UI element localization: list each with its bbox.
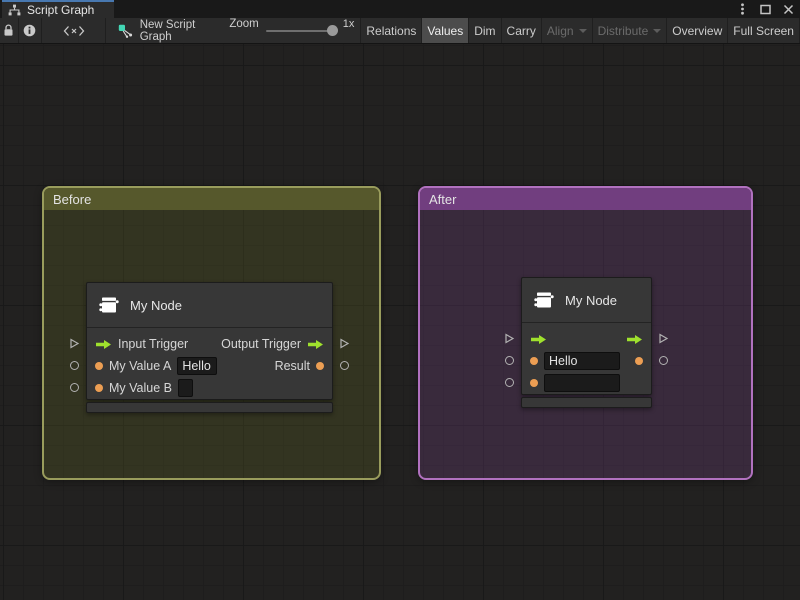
outer-value-input-port[interactable] bbox=[69, 382, 80, 393]
zoom-value: 1x bbox=[343, 18, 355, 43]
outer-flow-input-port[interactable] bbox=[69, 338, 80, 349]
info-button[interactable] bbox=[19, 18, 43, 43]
group-title: After bbox=[429, 192, 456, 207]
script-graph-window: Script Graph bbox=[0, 0, 800, 600]
value-input-port-icon[interactable] bbox=[95, 384, 103, 392]
value-input-port-icon[interactable] bbox=[530, 379, 538, 387]
code-preview-button[interactable] bbox=[42, 18, 105, 43]
outer-value-output-port[interactable] bbox=[339, 360, 350, 371]
value-b-input[interactable] bbox=[544, 374, 620, 392]
outer-value-input-port[interactable] bbox=[504, 355, 515, 366]
info-icon bbox=[23, 24, 36, 37]
zoom-slider-track bbox=[266, 30, 332, 32]
outer-flow-input-port[interactable] bbox=[504, 333, 515, 344]
node-footer bbox=[86, 402, 333, 413]
graph-toolbar: New Script Graph Zoom 1x Relations Value… bbox=[0, 18, 800, 44]
value-output-port-icon[interactable] bbox=[635, 357, 643, 365]
group-after-header[interactable]: After bbox=[420, 188, 751, 210]
lock-icon bbox=[3, 24, 14, 37]
full-screen-button[interactable]: Full Screen bbox=[728, 18, 800, 43]
node-icon bbox=[98, 295, 120, 315]
zoom-slider[interactable] bbox=[266, 18, 338, 44]
zoom-slider-knob[interactable] bbox=[327, 25, 338, 36]
node-icon bbox=[533, 290, 555, 310]
values-button[interactable]: Values bbox=[422, 18, 469, 43]
distribute-dropdown[interactable]: Distribute bbox=[593, 18, 668, 43]
graph-icon bbox=[118, 24, 133, 38]
maximize-icon[interactable] bbox=[757, 1, 773, 17]
node-footer bbox=[521, 397, 652, 408]
tab-title: Script Graph bbox=[27, 3, 94, 17]
outer-value-input-port[interactable] bbox=[69, 360, 80, 371]
window-controls bbox=[734, 0, 796, 18]
carry-button[interactable]: Carry bbox=[502, 18, 542, 43]
node-title: My Node bbox=[565, 293, 617, 308]
hierarchy-graph-icon bbox=[8, 4, 21, 16]
value-a-input[interactable] bbox=[177, 357, 217, 375]
port-row-triggers bbox=[522, 328, 651, 350]
graph-canvas[interactable]: Before After bbox=[0, 44, 800, 600]
value-input-port-icon[interactable] bbox=[95, 362, 103, 370]
outer-flow-output-port[interactable] bbox=[658, 333, 669, 344]
flow-output-port-icon[interactable] bbox=[626, 334, 643, 345]
group-title: Before bbox=[53, 192, 91, 207]
port-row-value-a bbox=[522, 350, 651, 372]
port-row-value-a: My Value A Result bbox=[87, 355, 332, 377]
tab-bar: Script Graph bbox=[0, 0, 800, 18]
outer-value-output-port[interactable] bbox=[658, 355, 669, 366]
kebab-menu-icon[interactable] bbox=[734, 1, 750, 17]
node-header[interactable]: My Node bbox=[522, 278, 651, 323]
align-dropdown[interactable]: Align bbox=[542, 18, 593, 43]
flow-input-port-icon[interactable] bbox=[95, 339, 112, 350]
node-header[interactable]: My Node bbox=[87, 283, 332, 328]
close-icon[interactable] bbox=[780, 1, 796, 17]
flow-output-label: Output Trigger bbox=[221, 337, 301, 351]
lock-button[interactable] bbox=[0, 18, 19, 43]
group-before-header[interactable]: Before bbox=[44, 188, 379, 210]
node-my-node-after[interactable]: My Node bbox=[521, 277, 652, 408]
flow-input-label: Input Trigger bbox=[118, 337, 188, 351]
port-row-triggers: Input Trigger Output Trigger bbox=[87, 333, 332, 355]
zoom-label: Zoom bbox=[229, 18, 258, 43]
code-preview-icon bbox=[62, 25, 86, 37]
value-a-input[interactable] bbox=[544, 352, 620, 370]
chevron-down-icon bbox=[653, 29, 661, 33]
graph-name-label: New Script Graph bbox=[140, 19, 222, 43]
outer-value-input-port[interactable] bbox=[504, 377, 515, 388]
value-b-input[interactable] bbox=[178, 379, 193, 397]
outer-flow-output-port[interactable] bbox=[339, 338, 350, 349]
port-row-value-b bbox=[522, 372, 651, 394]
value-b-label: My Value B bbox=[109, 381, 172, 395]
result-label: Result bbox=[275, 359, 310, 373]
node-my-node-before[interactable]: My Node Input Trigger Output Trigger bbox=[86, 282, 333, 413]
tab-script-graph[interactable]: Script Graph bbox=[2, 0, 114, 18]
port-row-value-b: My Value B bbox=[87, 377, 332, 399]
value-output-port-icon[interactable] bbox=[316, 362, 324, 370]
value-input-port-icon[interactable] bbox=[530, 357, 538, 365]
node-title: My Node bbox=[130, 298, 182, 313]
flow-input-port-icon[interactable] bbox=[530, 334, 547, 345]
dim-button[interactable]: Dim bbox=[469, 18, 501, 43]
value-a-label: My Value A bbox=[109, 359, 171, 373]
relations-button[interactable]: Relations bbox=[361, 18, 422, 43]
flow-output-port-icon[interactable] bbox=[307, 339, 324, 350]
chevron-down-icon bbox=[579, 29, 587, 33]
overview-button[interactable]: Overview bbox=[667, 18, 728, 43]
graph-name[interactable]: New Script Graph bbox=[106, 18, 222, 43]
toolbar-button-group: Relations Values Dim Carry Align Distrib… bbox=[360, 18, 800, 43]
